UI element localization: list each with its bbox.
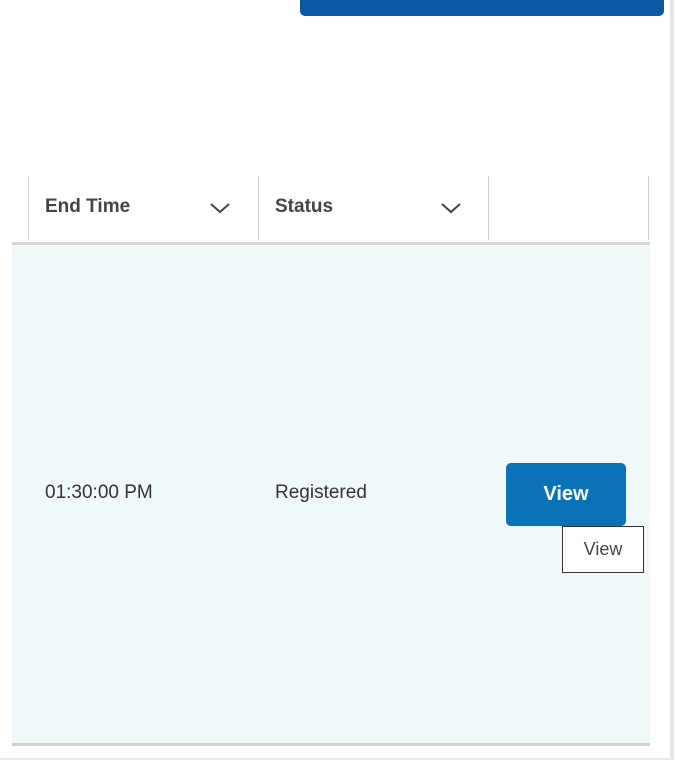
chevron-down-icon[interactable]	[440, 201, 462, 215]
column-divider	[28, 176, 29, 240]
table-header: End Time Status	[12, 176, 650, 245]
registrations-table: End Time Status 01:30:00 PM Registered V…	[12, 176, 650, 746]
chevron-down-icon[interactable]	[209, 201, 231, 215]
panel-border	[670, 0, 674, 760]
panel-bottom-border	[0, 758, 672, 760]
column-divider	[648, 176, 649, 240]
column-header-end-time[interactable]: End Time	[45, 196, 130, 218]
primary-action-button[interactable]	[300, 0, 664, 16]
column-divider	[488, 176, 489, 240]
column-header-status[interactable]: Status	[275, 196, 333, 218]
view-button[interactable]: View	[506, 463, 626, 526]
table-row: 01:30:00 PM Registered View View	[12, 245, 650, 746]
column-divider	[258, 176, 259, 240]
view-tooltip: View	[562, 526, 644, 573]
status-cell: Registered	[275, 482, 367, 503]
end-time-cell: 01:30:00 PM	[45, 482, 153, 503]
